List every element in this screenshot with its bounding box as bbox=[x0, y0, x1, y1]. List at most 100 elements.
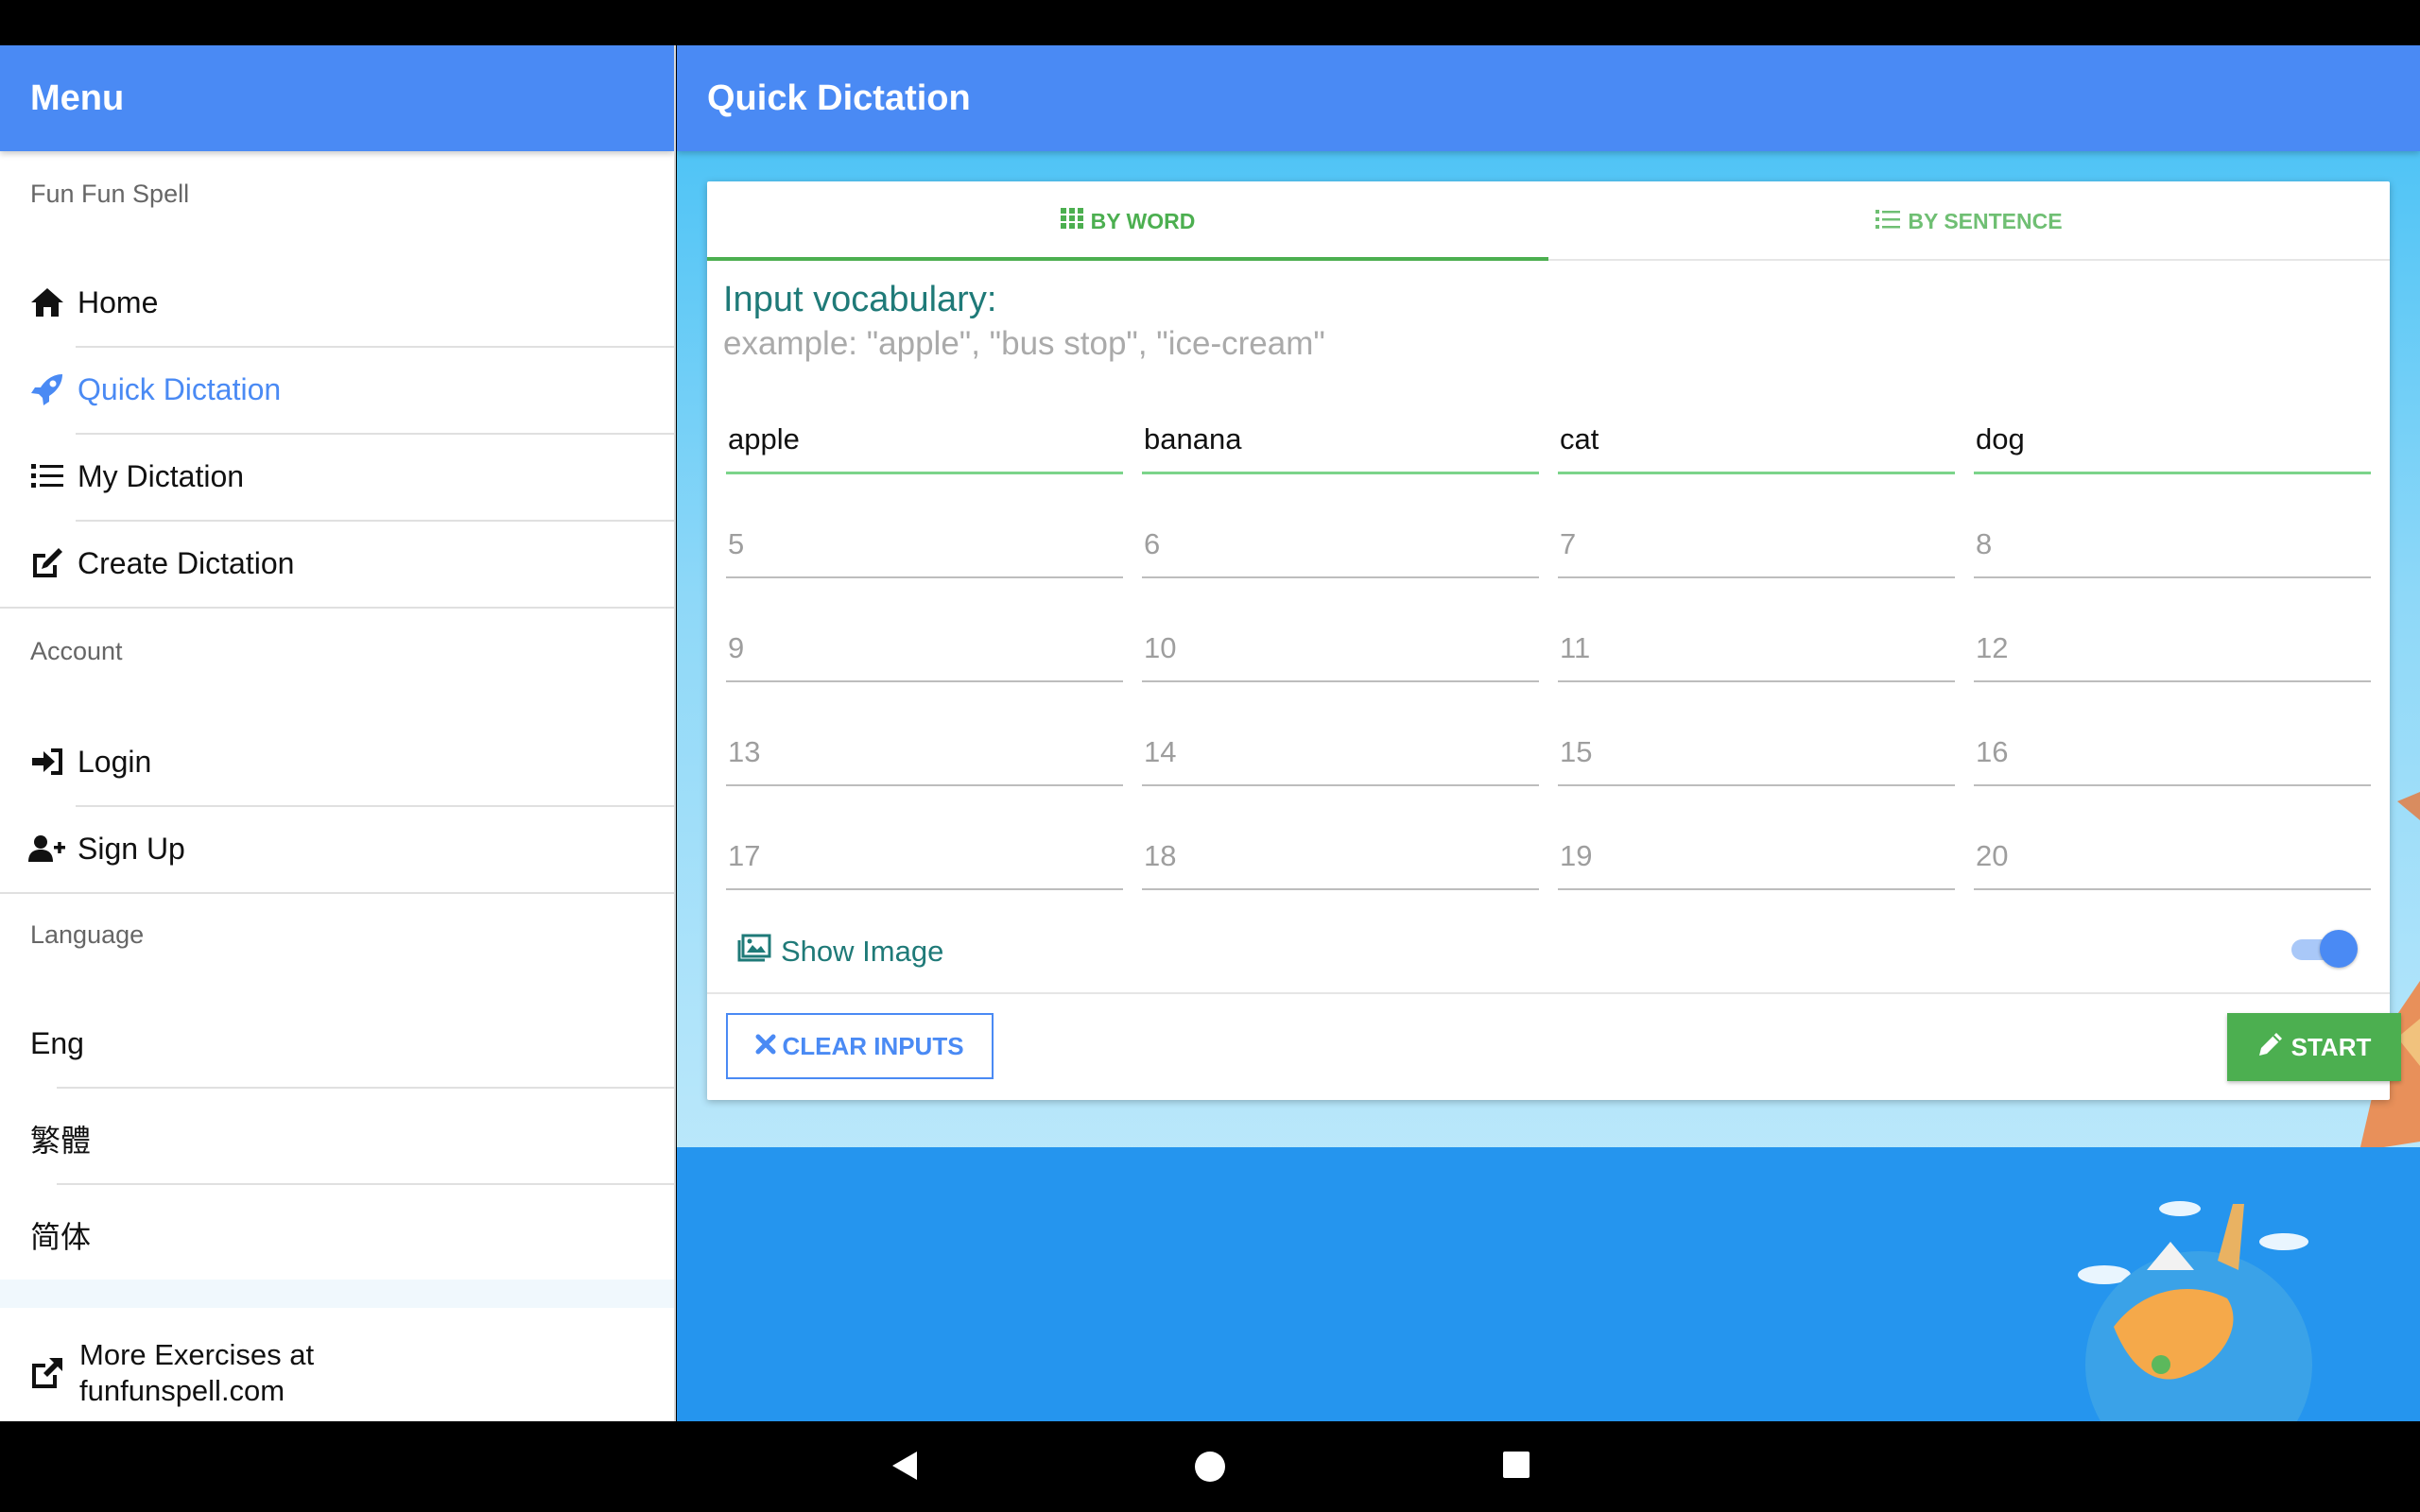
sidebar-item-sign-up[interactable]: Sign Up bbox=[0, 805, 674, 892]
vocab-field-11 bbox=[1558, 616, 1955, 682]
vocab-input[interactable] bbox=[1976, 631, 2363, 665]
tab-by-sentence[interactable]: BY SENTENCE bbox=[1548, 181, 2390, 261]
vocab-input[interactable] bbox=[1560, 422, 1947, 456]
status-bar bbox=[0, 0, 2420, 45]
grid-icon bbox=[1060, 208, 1083, 234]
divider bbox=[57, 1183, 674, 1185]
sidebar-item-home[interactable]: Home bbox=[0, 259, 674, 346]
vocab-field-7 bbox=[1558, 512, 1955, 578]
sidebar-item-label: Login bbox=[78, 744, 152, 779]
divider bbox=[0, 607, 674, 609]
language-option-simplified[interactable]: 简体 bbox=[30, 1213, 91, 1257]
start-button[interactable]: START bbox=[2227, 1013, 2401, 1081]
vocab-field-3 bbox=[1558, 408, 1955, 474]
clear-inputs-label: CLEAR INPUTS bbox=[782, 1031, 964, 1060]
system-nav-bar bbox=[0, 1421, 2420, 1512]
home-circle-icon[interactable] bbox=[1193, 1450, 1227, 1488]
vocab-title: Input vocabulary: bbox=[723, 280, 997, 319]
edit-icon bbox=[28, 544, 66, 582]
vocab-input[interactable] bbox=[1560, 735, 1947, 769]
vocab-field-15 bbox=[1558, 720, 1955, 786]
vocab-field-1 bbox=[726, 408, 1123, 474]
tab-bar: BY WORD BY SENTENCE bbox=[707, 181, 2390, 261]
toggle-knob bbox=[2320, 930, 2358, 968]
external-link-icon bbox=[28, 1356, 66, 1390]
tab-by-word[interactable]: BY WORD bbox=[707, 181, 1548, 261]
divider bbox=[57, 1087, 674, 1089]
app-bar: Quick Dictation bbox=[677, 45, 2420, 151]
vocab-input[interactable] bbox=[1560, 631, 1947, 665]
user-plus-icon bbox=[28, 830, 66, 868]
tab-indicator bbox=[707, 257, 1548, 261]
vocab-input[interactable] bbox=[1144, 527, 1531, 561]
sidebar-title: Menu bbox=[30, 77, 125, 118]
clear-inputs-button[interactable]: CLEAR INPUTS bbox=[726, 1013, 994, 1079]
start-label: START bbox=[2290, 1032, 2372, 1061]
times-icon bbox=[755, 1032, 776, 1061]
vocab-input[interactable] bbox=[1560, 527, 1947, 561]
sidebar-item-my-dictation[interactable]: My Dictation bbox=[0, 433, 674, 520]
image-icon bbox=[737, 934, 771, 970]
divider bbox=[0, 1280, 674, 1308]
sidebar-drawer: Menu Fun Fun Spell Home Quick Dictation … bbox=[0, 45, 676, 1421]
vocab-field-2 bbox=[1142, 408, 1539, 474]
vocab-input[interactable] bbox=[728, 422, 1115, 456]
sidebar-header: Menu bbox=[0, 45, 674, 151]
vocab-field-10 bbox=[1142, 616, 1539, 682]
vocab-example: example: "apple", "bus stop", "ice-cream… bbox=[723, 325, 1325, 362]
language-option-traditional[interactable]: 繁體 bbox=[30, 1117, 91, 1160]
show-image-label: Show Image bbox=[737, 934, 943, 970]
show-image-toggle[interactable] bbox=[2291, 930, 2358, 968]
vocab-input[interactable] bbox=[1976, 422, 2363, 456]
language-section-label: Language bbox=[30, 920, 145, 949]
vocab-input[interactable] bbox=[1144, 735, 1531, 769]
vocab-field-16 bbox=[1974, 720, 2371, 786]
vocab-input[interactable] bbox=[1144, 839, 1531, 873]
account-section-label: Account bbox=[30, 637, 123, 665]
tab-label: BY SENTENCE bbox=[1908, 208, 2063, 233]
vocab-field-13 bbox=[726, 720, 1123, 786]
external-link-item[interactable]: More Exercises at funfunspell.com bbox=[0, 1331, 674, 1416]
vocab-input[interactable] bbox=[1560, 839, 1947, 873]
vocab-field-18 bbox=[1142, 824, 1539, 890]
back-icon[interactable] bbox=[889, 1450, 921, 1486]
tab-label: BY WORD bbox=[1090, 208, 1196, 233]
sidebar-item-label: My Dictation bbox=[78, 458, 245, 493]
vocab-input[interactable] bbox=[1144, 422, 1531, 456]
globe-illustration bbox=[2078, 1201, 2312, 1421]
sidebar-item-create-dictation[interactable]: Create Dictation bbox=[0, 520, 674, 607]
vocab-input[interactable] bbox=[728, 631, 1115, 665]
vocab-field-8 bbox=[1974, 512, 2371, 578]
pencil-icon bbox=[2257, 1031, 2284, 1064]
vocab-field-6 bbox=[1142, 512, 1539, 578]
vocab-input[interactable] bbox=[1144, 631, 1531, 665]
sidebar-item-label: Create Dictation bbox=[78, 545, 295, 580]
divider bbox=[0, 892, 674, 894]
bottom-banner bbox=[677, 1147, 2420, 1421]
show-image-text: Show Image bbox=[781, 935, 944, 968]
sidebar-item-quick-dictation[interactable]: Quick Dictation bbox=[0, 346, 674, 433]
sign-in-icon bbox=[28, 743, 66, 781]
vocab-input[interactable] bbox=[1976, 527, 2363, 561]
vocab-field-4 bbox=[1974, 408, 2371, 474]
vocab-field-20 bbox=[1974, 824, 2371, 890]
list-icon bbox=[1876, 209, 1901, 234]
vocab-input[interactable] bbox=[1976, 839, 2363, 873]
page-title: Quick Dictation bbox=[707, 77, 971, 118]
home-icon bbox=[28, 284, 66, 321]
vocab-field-19 bbox=[1558, 824, 1955, 890]
vocab-input[interactable] bbox=[728, 735, 1115, 769]
recents-icon[interactable] bbox=[1501, 1450, 1531, 1485]
vocab-input[interactable] bbox=[728, 839, 1115, 873]
vocab-input[interactable] bbox=[728, 527, 1115, 561]
vocab-field-5 bbox=[726, 512, 1123, 578]
vocab-input[interactable] bbox=[1976, 735, 2363, 769]
app-section-label: Fun Fun Spell bbox=[30, 180, 190, 208]
sidebar-item-login[interactable]: Login bbox=[0, 718, 674, 805]
external-link-line1: More Exercises at bbox=[79, 1338, 315, 1371]
language-option-eng[interactable]: Eng bbox=[30, 1026, 84, 1061]
main-content: Quick Dictation BY WORD BY SENTENCE Inpu… bbox=[677, 45, 2420, 1421]
vocab-field-17 bbox=[726, 824, 1123, 890]
list-icon bbox=[28, 457, 66, 495]
sidebar-item-label: Sign Up bbox=[78, 831, 185, 866]
